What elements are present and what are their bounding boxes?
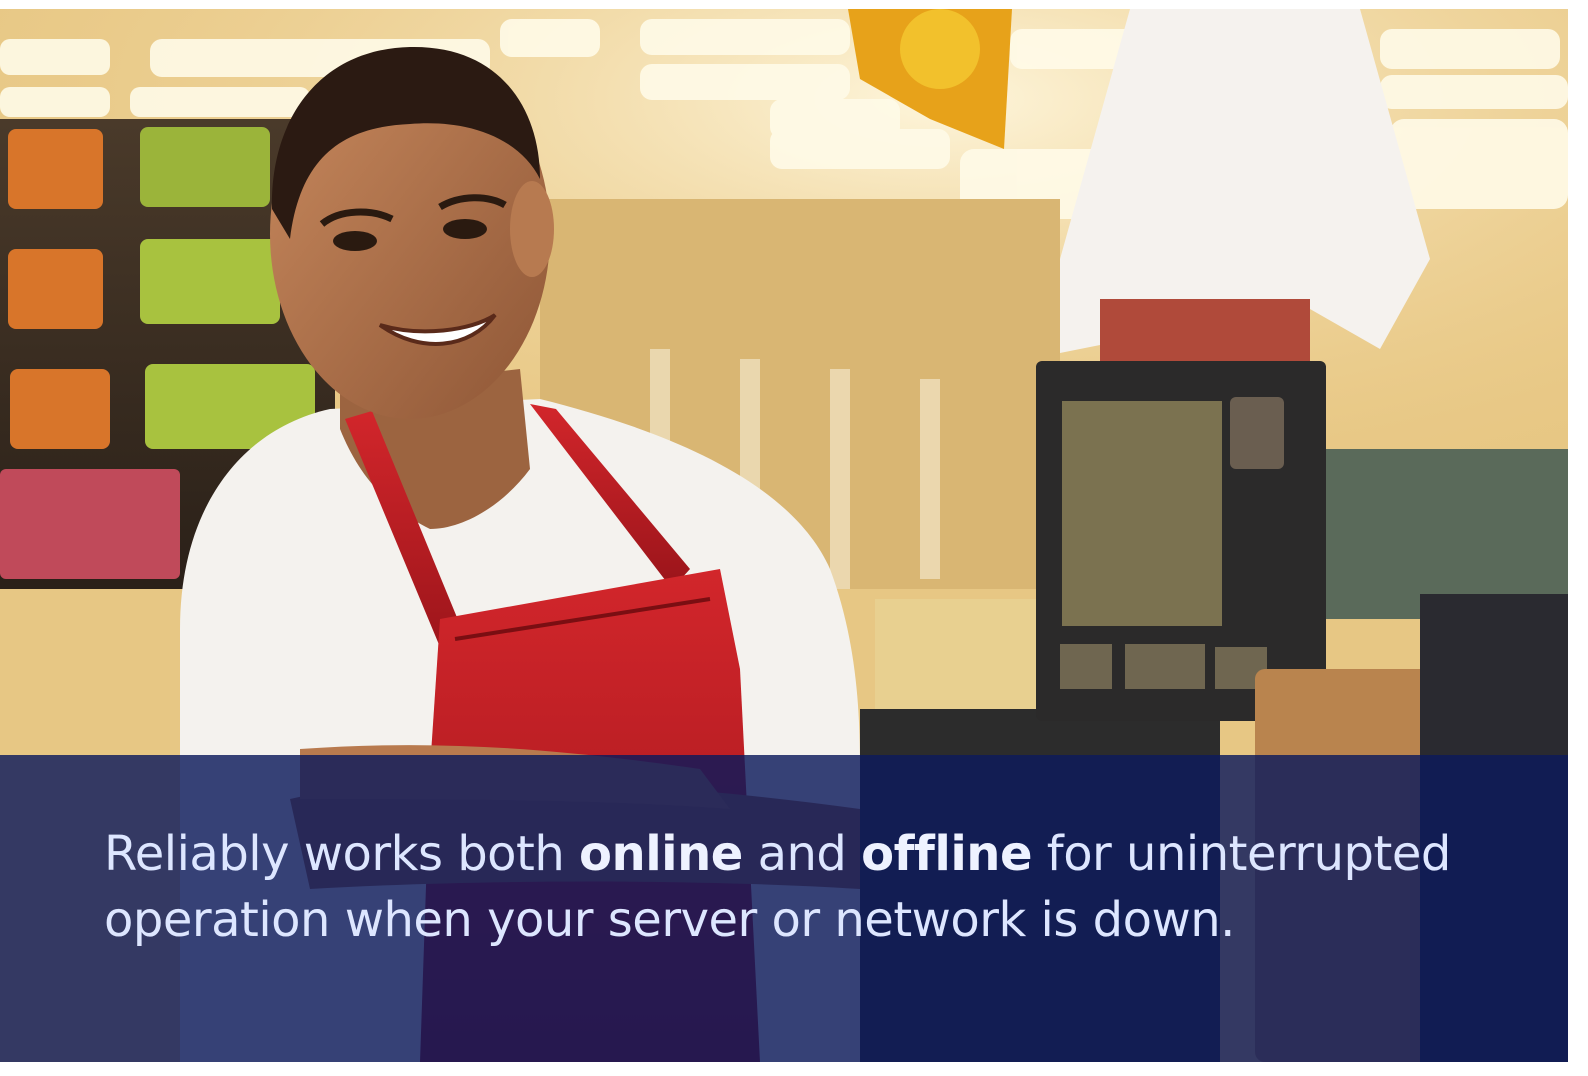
- magazine-rack: [1100, 299, 1310, 369]
- pos-screen-button: [1230, 397, 1284, 469]
- photo-frame: Reliably works both online and offline f…: [0, 9, 1568, 1062]
- counter-box: [875, 599, 1045, 719]
- pos-key-2: [1125, 644, 1205, 689]
- caption-bold-online: online: [579, 826, 743, 882]
- ear: [510, 181, 554, 277]
- left-eye: [333, 231, 377, 251]
- pos-key-1: [1060, 644, 1112, 689]
- caption-text: Reliably works both online and offline f…: [104, 821, 1504, 953]
- caption-part-1: Reliably works both: [104, 826, 580, 882]
- caption-bold-offline: offline: [861, 826, 1033, 882]
- caption-part-2: and: [742, 826, 862, 882]
- hanging-sign-spot: [900, 9, 980, 89]
- right-shelf: [1320, 449, 1568, 619]
- pos-screen: [1062, 401, 1222, 626]
- right-eye: [443, 219, 487, 239]
